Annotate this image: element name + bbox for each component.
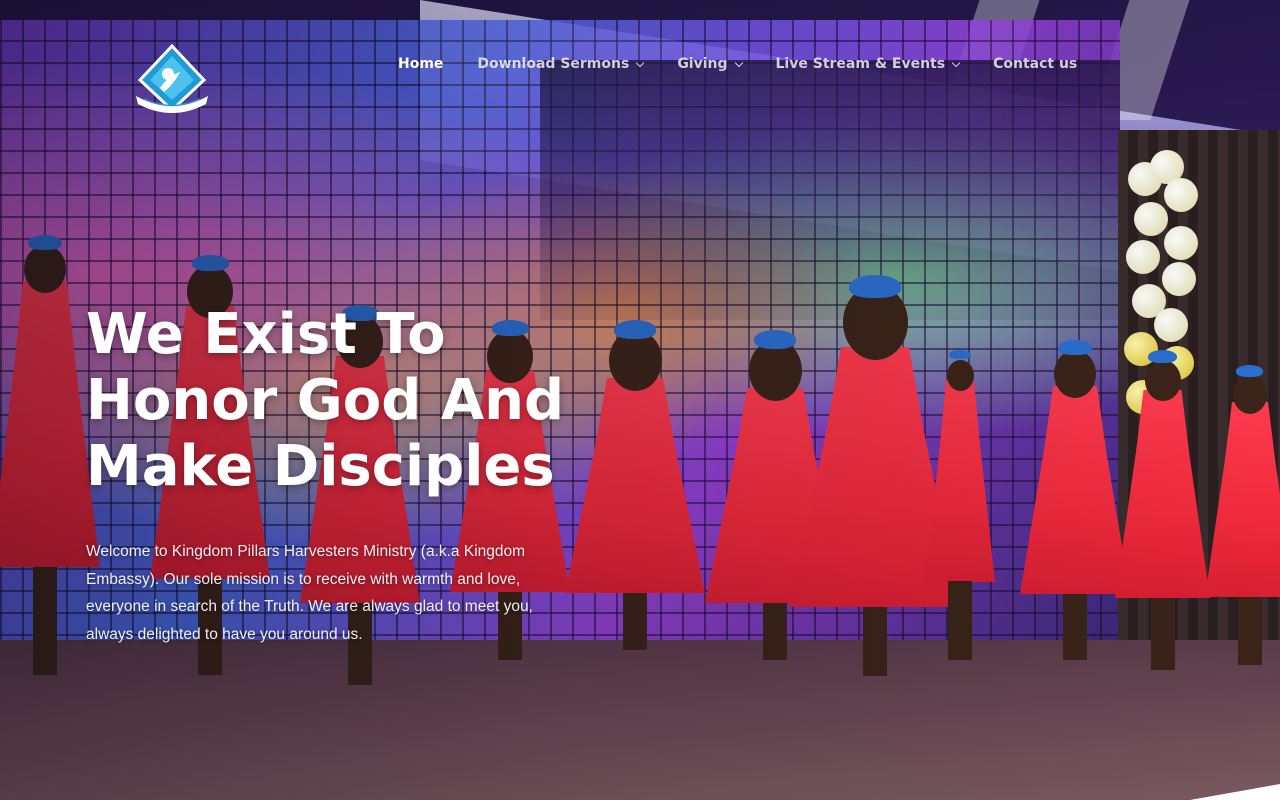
hero-headline: We Exist To Honor God And Make Disciples: [86, 302, 565, 499]
main-navigation: Home Download Sermons Giving Live Stream…: [398, 56, 1077, 72]
chevron-down-icon: [734, 58, 743, 67]
nav-live-stream-events-label: Live Stream & Events: [775, 56, 946, 72]
hero-section: Home Download Sermons Giving Live Stream…: [0, 0, 1280, 800]
nav-download-sermons-label: Download Sermons: [477, 56, 630, 72]
nav-download-sermons[interactable]: Download Sermons: [477, 56, 645, 72]
chevron-down-icon: [636, 58, 645, 67]
nav-giving-label: Giving: [677, 56, 728, 72]
chevron-down-icon: [951, 58, 961, 67]
nav-home-label: Home: [398, 56, 444, 72]
nav-giving[interactable]: Giving: [677, 56, 743, 72]
nav-contact-us[interactable]: Contact us: [993, 56, 1077, 72]
nav-home[interactable]: Home: [398, 56, 443, 72]
nav-live-stream-events[interactable]: Live Stream & Events: [775, 56, 961, 72]
nav-contact-us-label: Contact us: [993, 56, 1078, 72]
hero-intro-text: Welcome to Kingdom Pillars Harvesters Mi…: [86, 543, 533, 643]
church-logo-icon[interactable]: [134, 43, 210, 114]
